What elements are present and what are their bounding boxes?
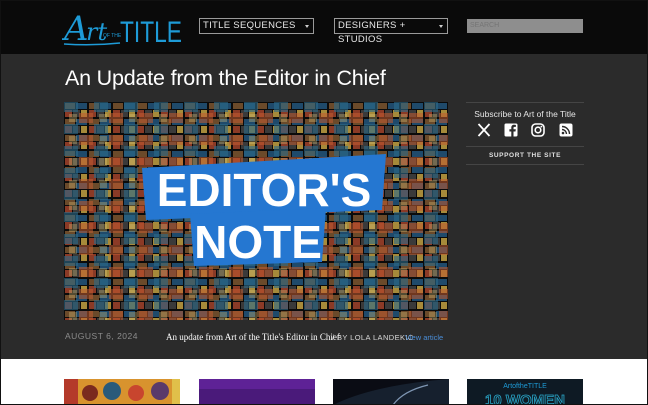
thumbnail-1[interactable] [64,379,180,405]
site-logo[interactable]: A rt OF THE TITLE [62,6,184,48]
subscribe-label: Subscribe to Art of the Title [474,109,576,119]
chevron-down-icon [439,25,443,28]
thumbnail-big-text: 10 WOMEN [485,392,565,405]
instagram-icon[interactable] [531,123,545,137]
rss-icon[interactable] [559,123,573,137]
support-the-site-link[interactable]: SUPPORT THE SITE [466,152,584,159]
hero-image[interactable]: EDITOR'S NOTE [64,102,448,320]
thumbnail-logo-text: ArtoftheTITLE [503,383,547,390]
thumbnail-3[interactable] [333,379,449,405]
chevron-down-icon [305,25,309,28]
view-article-link[interactable]: View article [405,333,443,342]
thumbnail-4[interactable]: ArtoftheTITLE 10 WOMEN [467,379,583,405]
title-sequences-label: TITLE SEQUENCES [203,20,296,31]
sidebar-divider [466,146,584,147]
hero-text-line1: EDITOR'S [157,164,372,216]
article-byline: / BY LOLA LANDEKIC [332,333,414,342]
svg-text:TITLE: TITLE [120,16,182,48]
page-title: An Update from the Editor in Chief [65,66,386,90]
sidebar-divider [466,102,584,103]
related-articles-strip: ArtoftheTITLE 10 WOMEN [0,359,648,405]
svg-text:rt: rt [86,18,107,46]
x-icon[interactable] [477,123,491,137]
thumbnail-2[interactable] [199,379,315,405]
title-sequences-dropdown[interactable]: TITLE SEQUENCES [199,18,314,34]
search-input[interactable] [467,19,583,33]
designers-studios-label: DESIGNERS + STUDIOS [338,20,406,45]
svg-text:A: A [62,9,89,48]
site-header: A rt OF THE TITLE TITLE SEQUENCES DESIGN… [0,0,648,54]
hero-text-line2: NOTE [194,216,322,268]
facebook-icon[interactable] [504,123,518,137]
article-caption: An update from Art of the Title's Editor… [166,332,340,342]
sidebar-divider [466,164,584,165]
article-date: AUGUST 6, 2024 [65,331,138,341]
designers-studios-dropdown[interactable]: DESIGNERS + STUDIOS [334,18,448,45]
